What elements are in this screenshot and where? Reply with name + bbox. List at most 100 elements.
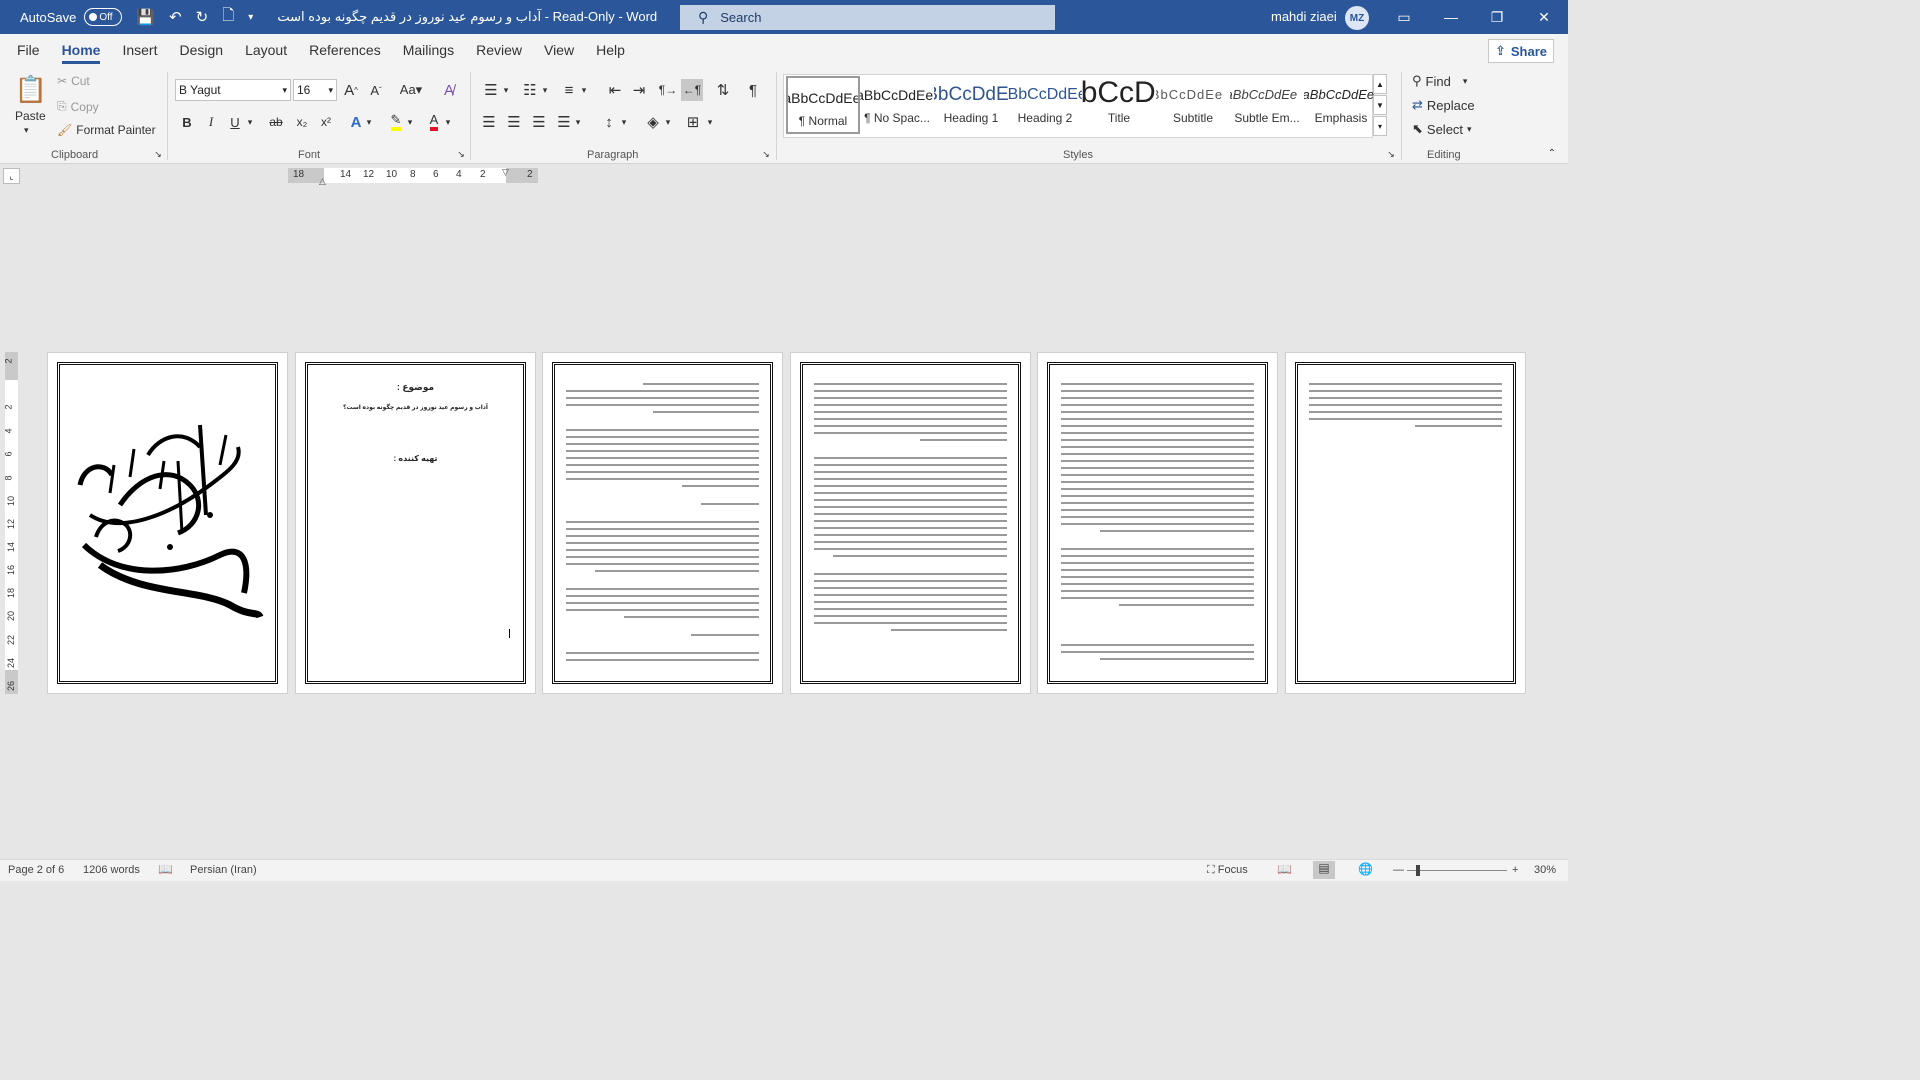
language[interactable]: Persian (Iran) (190, 864, 257, 876)
justify-dropdown-icon[interactable]: ▾ (572, 111, 584, 133)
numbering-dropdown-icon[interactable]: ▾ (539, 79, 551, 101)
zoom-slider-thumb[interactable] (1416, 865, 1420, 876)
paste-icon[interactable]: 📋 (14, 72, 48, 106)
grow-font-icon[interactable]: A ^ (340, 79, 362, 101)
borders-icon[interactable]: ⊞ (682, 111, 704, 133)
tab-selector[interactable]: ⌞ (3, 168, 20, 184)
customize-qat-icon[interactable]: ▾ (248, 12, 253, 23)
line-spacing-icon[interactable]: ↕ (598, 111, 620, 133)
superscript-icon[interactable]: x² (315, 111, 337, 133)
close-icon[interactable]: ✕ (1521, 0, 1567, 34)
styles-scroll-down-icon[interactable]: ▼ (1373, 95, 1387, 115)
sort-icon[interactable]: ⇅ (712, 79, 734, 101)
new-document-icon[interactable]: 🗋 (222, 5, 234, 30)
rtl-direction-icon[interactable]: ←¶ (681, 79, 703, 101)
tab-mailings[interactable]: Mailings (392, 34, 465, 66)
print-layout-icon[interactable]: ▤ (1313, 861, 1335, 879)
align-right-icon[interactable]: ☰ (528, 111, 550, 133)
underline-icon[interactable]: U (224, 111, 246, 133)
clipboard-launcher-icon[interactable]: ↘ (152, 148, 164, 160)
proofing-icon[interactable]: 📖 (158, 862, 173, 876)
style-heading-2[interactable]: AaBbCcDdEe Heading 2 (1008, 75, 1082, 137)
strikethrough-icon[interactable]: ab (265, 111, 287, 133)
page-5[interactable] (1037, 352, 1278, 694)
shading-dropdown-icon[interactable]: ▾ (662, 111, 674, 133)
ltr-direction-icon[interactable]: ¶→ (657, 79, 679, 101)
multilevel-dropdown-icon[interactable]: ▾ (578, 79, 590, 101)
increase-indent-icon[interactable]: ⇥ (628, 79, 650, 101)
horizontal-ruler[interactable]: 18 14 12 10 8 6 4 2 2 △ ▽ (288, 168, 538, 186)
styles-launcher-icon[interactable]: ↘ (1385, 148, 1397, 160)
undo-icon[interactable]: ↶ (169, 8, 182, 26)
font-color-dropdown-icon[interactable]: ▾ (442, 111, 454, 133)
page-4[interactable] (790, 352, 1031, 694)
align-center-icon[interactable]: ☰ (503, 111, 525, 133)
style-normal[interactable]: AaBbCcDdEe ¶ Normal (786, 76, 860, 134)
page-6[interactable] (1285, 352, 1526, 694)
bullets-dropdown-icon[interactable]: ▾ (500, 79, 512, 101)
autosave-switch[interactable]: Off (84, 8, 123, 26)
decrease-indent-icon[interactable]: ⇤ (604, 79, 626, 101)
zoom-slider[interactable] (1407, 870, 1507, 871)
show-formatting-marks-icon[interactable]: ¶ (742, 79, 764, 101)
change-case-icon[interactable]: Aa▾ (396, 79, 426, 101)
style-no-spac[interactable]: AaBbCcDdEe ¶ No Spac... (860, 75, 934, 137)
tab-view[interactable]: View (533, 34, 585, 66)
copy-button[interactable]: ⎘ Copy (57, 99, 99, 114)
page-3[interactable] (542, 352, 783, 694)
format-painter-button[interactable]: 🖌 Format Painter (57, 123, 156, 137)
cut-button[interactable]: ✂ Cut (57, 74, 90, 88)
font-name-combo[interactable]: B Yagut ▾ (175, 79, 291, 101)
share-button[interactable]: ⇪ Share (1488, 39, 1554, 63)
ribbon-display-options-icon[interactable]: ▭ (1381, 0, 1427, 34)
user-name[interactable]: mahdi ziaei (1271, 9, 1337, 24)
bold-icon[interactable]: B (176, 111, 198, 133)
minimize-icon[interactable]: — (1428, 0, 1474, 34)
line-spacing-dropdown-icon[interactable]: ▾ (618, 111, 630, 133)
select-button[interactable]: ⬉ Select ▾ (1412, 121, 1472, 137)
word-count[interactable]: 1206 words (83, 864, 140, 876)
bullets-icon[interactable]: ☰ (480, 79, 502, 101)
highlight-dropdown-icon[interactable]: ▾ (404, 111, 416, 133)
zoom-level[interactable]: 30% (1534, 864, 1556, 876)
font-size-combo[interactable]: 16 ▾ (293, 79, 337, 101)
web-layout-icon[interactable]: 🌐 (1358, 862, 1373, 876)
page-1[interactable] (47, 352, 288, 694)
tab-help[interactable]: Help (585, 34, 636, 66)
clear-formatting-icon[interactable]: A̸ (438, 79, 460, 101)
text-effects-dropdown-icon[interactable]: ▾ (363, 111, 375, 133)
style-title[interactable]: AaBbCcDdEe Title (1082, 75, 1156, 137)
focus-button[interactable]: ⛶ Focus (1207, 864, 1248, 877)
style-subtitle[interactable]: AaBbCcDdEe Subtitle (1156, 75, 1230, 137)
replace-button[interactable]: ⇄ Replace (1412, 97, 1475, 113)
tab-insert[interactable]: Insert (111, 34, 168, 66)
page-2[interactable]: موضوع : آداب و رسوم عید نوروز در قدیم چگ… (295, 352, 536, 694)
page-count[interactable]: Page 2 of 6 (8, 864, 64, 876)
tab-file[interactable]: File (6, 34, 51, 66)
shrink-font-icon[interactable]: Aˇ (365, 79, 387, 101)
italic-icon[interactable]: I (200, 111, 222, 133)
right-indent-marker-icon[interactable]: ▽ (502, 168, 509, 177)
borders-dropdown-icon[interactable]: ▾ (704, 111, 716, 133)
multilevel-list-icon[interactable]: ≡ (558, 79, 580, 101)
style-subtle-em[interactable]: AaBbCcDdEe Subtle Em... (1230, 75, 1304, 137)
style-heading-1[interactable]: AaBbCcDdEe Heading 1 (934, 75, 1008, 137)
restore-icon[interactable]: ❐ (1474, 0, 1520, 34)
redo-icon[interactable]: ↻ (196, 8, 209, 26)
avatar[interactable]: MZ (1345, 6, 1369, 30)
search-input[interactable]: ⚲ Search (680, 5, 1055, 30)
shading-icon[interactable]: ◈ (642, 111, 664, 133)
align-left-icon[interactable]: ☰ (478, 111, 500, 133)
subscript-icon[interactable]: x₂ (291, 111, 313, 133)
tab-review[interactable]: Review (465, 34, 533, 66)
read-mode-icon[interactable]: 📖 (1277, 862, 1292, 876)
paragraph-launcher-icon[interactable]: ↘ (760, 148, 772, 160)
underline-dropdown-icon[interactable]: ▾ (244, 111, 256, 133)
zoom-in-icon[interactable]: + (1512, 864, 1518, 876)
tab-home[interactable]: Home (51, 34, 112, 66)
vertical-ruler[interactable]: 2 2 4 6 8 10 12 14 16 18 20 22 24 26 (4, 352, 18, 694)
paste-dropdown-icon[interactable]: ▾ (24, 125, 29, 136)
save-icon[interactable]: 💾 (136, 8, 155, 26)
collapse-ribbon-icon[interactable]: ⌃ (1545, 146, 1559, 160)
zoom-out-icon[interactable]: — (1393, 864, 1404, 876)
